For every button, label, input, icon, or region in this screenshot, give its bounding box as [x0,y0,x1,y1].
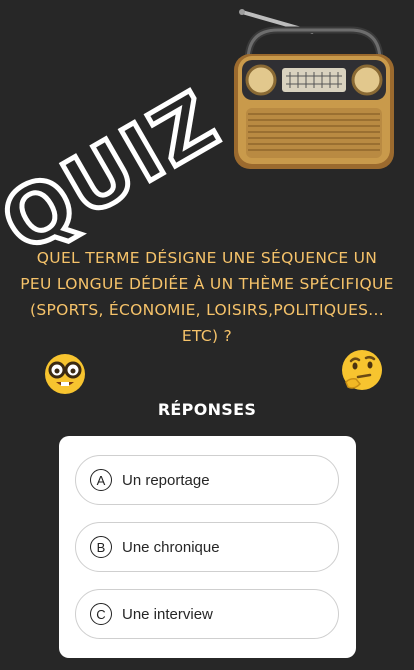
option-letter: B [90,536,112,558]
thinking-face-emoji [342,350,382,390]
option-text: Une chronique [122,538,220,556]
responses-label: RÉPONSES [157,400,257,419]
quiz-title-wrap: QUIZ [0,71,237,273]
answer-option-b[interactable]: B Une chronique [75,522,339,572]
quiz-title: QUIZ [0,71,237,273]
question-text: Quel terme désigne une séquence un peu l… [20,249,394,345]
option-letter: C [90,603,112,625]
option-text: Une interview [122,605,213,623]
answer-option-a[interactable]: A Un reportage [75,455,339,505]
option-letter: A [90,469,112,491]
quiz-card: A Un reportage B Une chronique C Une int… [59,436,356,658]
radio-icon [234,9,394,169]
story-canvas: QUIZ Quel terme désigne une séquence un … [0,0,414,670]
option-text: Un reportage [122,471,210,489]
nerd-face-emoji [45,354,85,394]
answer-option-c[interactable]: C Une interview [75,589,339,639]
